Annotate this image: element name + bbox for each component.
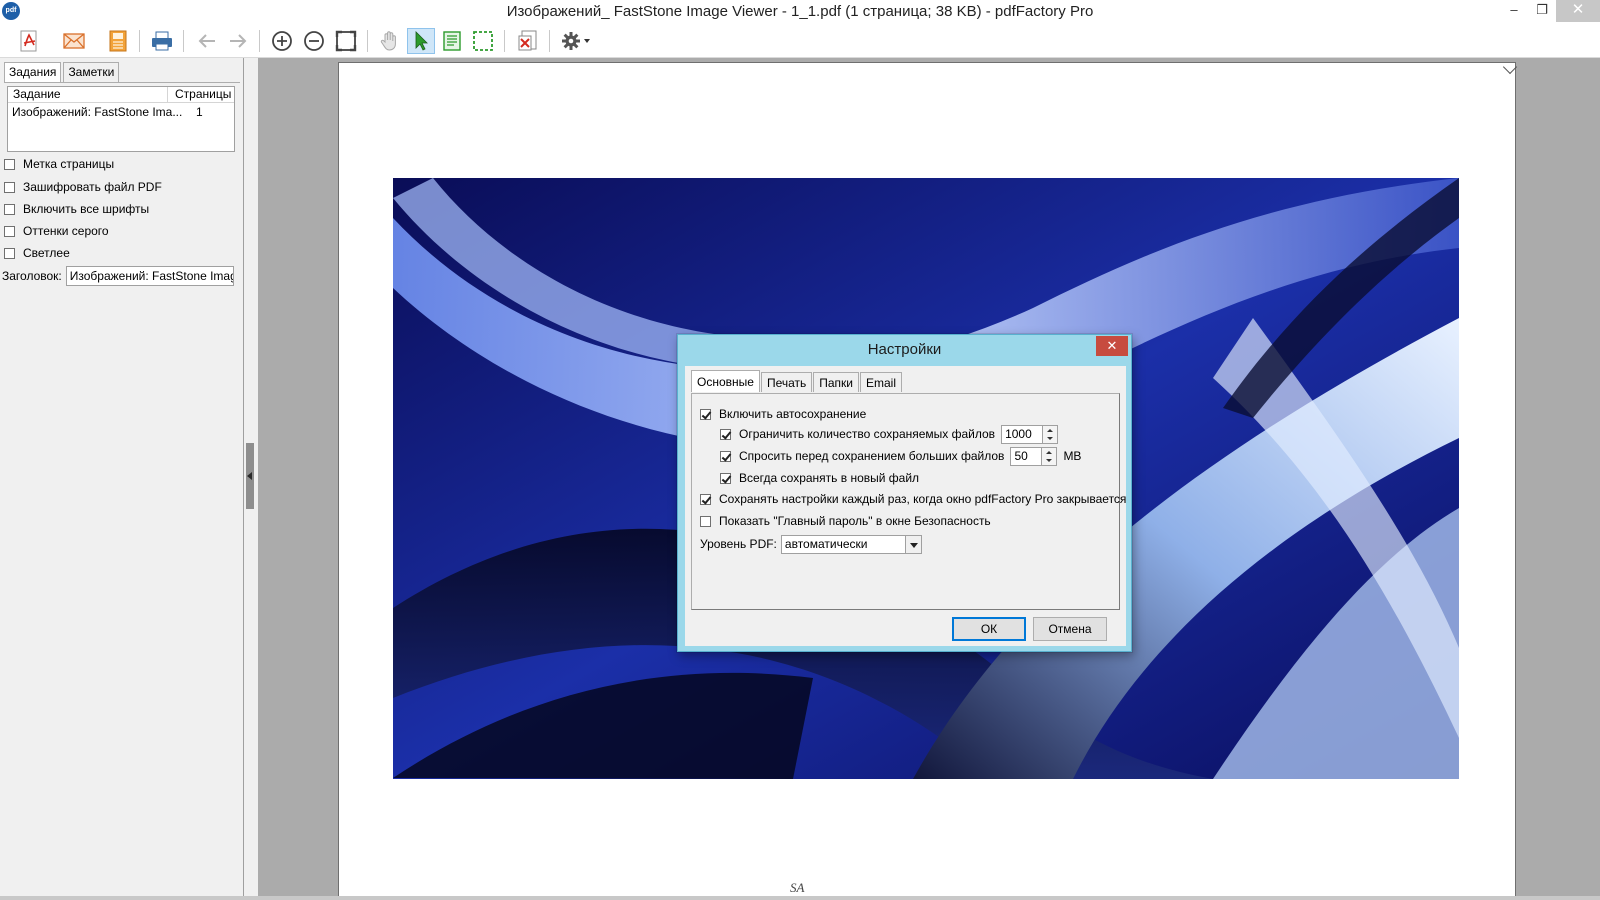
dialog-title: Настройки [867,341,942,358]
forward-icon[interactable] [224,28,252,54]
settings-dialog: Настройки ✕ Основные Печать Папки Email … [677,334,1132,652]
option-save-settings[interactable]: Сохранять настройки каждый раз, когда ок… [700,491,1126,507]
dialog-tabs: Основные Печать Папки Email [691,370,903,393]
always-new-file-label: Всегда сохранять в новый файл [739,471,920,485]
pdf-level-label: Уровень PDF: [700,537,777,551]
close-button[interactable]: ✕ [1556,0,1600,22]
dialog-close-button[interactable]: ✕ [1096,336,1128,356]
pdf-level-row: Уровень PDF: автоматически [700,534,922,554]
tab-general[interactable]: Основные [691,370,760,392]
tab-print[interactable]: Печать [760,372,813,392]
autosave-checkbox[interactable] [700,408,711,420]
back-icon[interactable] [193,28,221,54]
delete-page-icon[interactable] [514,28,542,54]
option-limit-files[interactable]: Ограничить количество сохраняемых файлов… [720,424,1059,444]
left-panel: Задания Заметки Задание Страницы Изображ… [0,58,244,900]
option-label: Зашифровать файл PDF [23,180,162,194]
option-encrypt-pdf[interactable]: Зашифровать файл PDF [4,179,162,195]
limit-files-checkbox[interactable] [720,428,731,440]
email-icon[interactable] [60,28,88,54]
window-title: Изображений_ FastStone Image Viewer - 1_… [506,3,1094,20]
autosave-label: Включить автосохранение [719,407,867,421]
save-icon[interactable] [104,28,132,54]
dialog-body: Основные Печать Папки Email Включить авт… [685,366,1126,646]
option-always-new-file[interactable]: Всегда сохранять в новый файл [720,470,919,486]
title-bar: pdf Изображений_ FastStone Image Viewer … [0,0,1600,24]
option-autosave[interactable]: Включить автосохранение [700,406,866,422]
always-new-file-checkbox[interactable] [720,472,731,484]
column-header-job[interactable]: Задание [8,87,168,102]
print-icon[interactable] [148,28,176,54]
zoom-in-icon[interactable] [268,28,296,54]
option-ask-large[interactable]: Спросить перед сохранением больших файло… [720,446,1082,466]
toolbar [0,24,1600,58]
option-lighter[interactable]: Светлее [4,245,70,261]
limit-files-label: Ограничить количество сохраняемых файлов [739,427,996,441]
option-show-password[interactable]: Показать "Главный пароль" в окне Безопас… [700,513,991,529]
page-footer-mark: SA [790,880,805,895]
zoom-out-icon[interactable] [300,28,328,54]
select-text-icon[interactable] [438,28,466,54]
ask-large-input[interactable]: 50 [1010,446,1043,466]
option-embed-fonts[interactable]: Включить все шрифты [4,201,149,217]
general-settings-panel: Включить автосохранение Ограничить колич… [691,393,1126,610]
fit-page-icon[interactable] [332,28,360,54]
tab-folders[interactable]: Папки [813,372,859,392]
embed-fonts-checkbox[interactable] [4,203,15,215]
left-tabs: Задания Заметки [4,62,121,83]
pdf-save-icon[interactable] [15,28,43,54]
column-header-pages[interactable]: Страницы [168,87,234,102]
option-label: Включить все шрифты [23,202,150,216]
page-label-checkbox[interactable] [4,158,15,170]
pdf-level-value[interactable]: автоматически [780,534,905,554]
maximize-button[interactable]: ❐ [1528,0,1556,22]
limit-files-stepper[interactable]: 1000 [1001,424,1059,444]
ask-large-unit: MB [1063,449,1082,463]
show-password-label: Показать "Главный пароль" в окне Безопас… [719,514,991,528]
table-row[interactable]: Изображений: FastStone Ima... 1 [8,103,234,121]
select-pointer-icon[interactable] [407,28,435,54]
grayscale-checkbox[interactable] [4,225,15,237]
tab-email[interactable]: Email [860,372,903,392]
limit-files-spin-buttons[interactable] [1043,424,1059,444]
panel-splitter[interactable] [244,58,258,900]
encrypt-pdf-checkbox[interactable] [4,181,15,193]
hand-icon[interactable] [376,28,404,54]
cancel-button[interactable]: Отмена [1033,617,1107,641]
lighter-checkbox[interactable] [4,247,15,259]
document-header-row: Заголовок: Изображений: FastStone Image … [2,266,234,286]
option-grayscale[interactable]: Оттенки серого [4,223,109,239]
chevron-down-icon[interactable] [904,534,922,554]
job-pages: 1 [196,105,203,119]
collapse-panel-handle[interactable] [246,443,254,509]
ask-large-spin-buttons[interactable] [1042,446,1058,466]
status-strip [0,896,1600,900]
header-label: Заголовок: [2,269,62,283]
job-name: Изображений: FastStone Ima... [12,105,183,119]
job-list[interactable]: Задание Страницы Изображений: FastStone … [7,86,235,152]
ask-large-stepper[interactable]: 50 [1010,446,1058,466]
settings-icon[interactable] [558,28,596,54]
tab-notes[interactable]: Заметки [63,62,120,82]
option-label: Оттенки серого [23,224,109,238]
option-label: Метка страницы [23,157,115,171]
save-settings-checkbox[interactable] [700,493,711,505]
option-label: Светлее [23,246,70,260]
minimize-button[interactable]: ‒ [1500,0,1528,22]
ask-large-label: Спросить перед сохранением больших файло… [739,449,1005,463]
ask-large-checkbox[interactable] [720,450,731,462]
limit-files-input[interactable]: 1000 [1001,424,1044,444]
option-page-label[interactable]: Метка страницы [4,156,114,172]
ok-button[interactable]: ОК [952,617,1026,641]
pdf-level-select[interactable]: автоматически [780,534,922,554]
job-list-header: Задание Страницы [8,87,234,103]
show-password-checkbox[interactable] [700,515,711,527]
save-settings-label: Сохранять настройки каждый раз, когда ок… [719,492,1127,506]
select-area-icon[interactable] [469,28,497,54]
header-input[interactable]: Изображений: FastStone Image V [65,266,234,286]
tab-jobs[interactable]: Задания [4,62,62,83]
